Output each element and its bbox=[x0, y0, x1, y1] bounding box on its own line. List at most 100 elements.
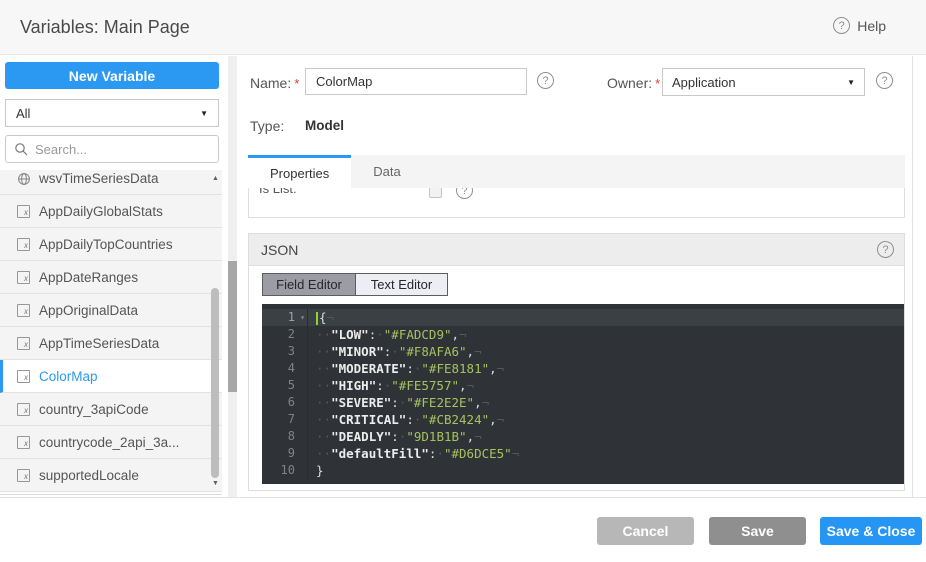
variable-list-scrollbar[interactable]: ▲ ▼ bbox=[210, 173, 221, 489]
sidebar-item-appdailyglobalstats[interactable]: xAppDailyGlobalStats bbox=[0, 195, 222, 228]
variable-icon: x bbox=[17, 337, 30, 350]
variable-icon: x bbox=[17, 436, 30, 449]
new-variable-button[interactable]: New Variable bbox=[5, 62, 219, 89]
panel-scrollbar-thumb[interactable] bbox=[228, 261, 237, 392]
owner-label: Owner:* bbox=[607, 75, 660, 91]
chevron-down-icon: ▼ bbox=[847, 78, 855, 87]
code-line-2[interactable]: 2··"LOW":·"#FADCD9",¬ bbox=[262, 326, 904, 343]
line-number: 7 bbox=[262, 411, 308, 428]
code-line-8[interactable]: 8··"DEADLY":·"9D1B1B",¬ bbox=[262, 428, 904, 445]
code-line-4[interactable]: 4··"MODERATE":·"#FE8181",¬ bbox=[262, 360, 904, 377]
line-number: 4 bbox=[262, 360, 308, 377]
text-cursor bbox=[316, 312, 318, 325]
type-label: Type: bbox=[250, 118, 284, 134]
line-number: 9 bbox=[262, 445, 308, 462]
json-editor-mode-tabs: Field EditorText Editor bbox=[262, 273, 448, 296]
code-content: {¬ bbox=[308, 309, 334, 326]
tab-data[interactable]: Data bbox=[351, 155, 422, 188]
scroll-up-icon[interactable]: ▲ bbox=[210, 173, 221, 184]
is-list-help-icon[interactable]: ? bbox=[456, 188, 473, 199]
save-and-close-button[interactable]: Save & Close bbox=[820, 517, 922, 545]
line-number: 3 bbox=[262, 343, 308, 360]
line-number: 5 bbox=[262, 377, 308, 394]
chevron-down-icon: ▼ bbox=[200, 109, 208, 118]
variable-icon: x bbox=[17, 205, 30, 218]
code-line-9[interactable]: 9··"defaultFill":·"#D6DCE5"¬ bbox=[262, 445, 904, 462]
json-code-editor[interactable]: 1▾{¬2··"LOW":·"#FADCD9",¬3··"MINOR":·"#F… bbox=[262, 304, 904, 484]
help-label: Help bbox=[857, 18, 886, 34]
sidebar-item-label: country_3apiCode bbox=[39, 402, 149, 417]
code-line-6[interactable]: 6··"SEVERE":·"#FE2E2E",¬ bbox=[262, 394, 904, 411]
sidebar-item-wsvtimeseriesdata[interactable]: wsvTimeSeriesData bbox=[0, 170, 222, 195]
footer-divider bbox=[0, 497, 926, 498]
line-number: 6 bbox=[262, 394, 308, 411]
owner-help-icon[interactable]: ? bbox=[876, 72, 893, 89]
page-header: Variables: Main Page ? Help bbox=[0, 0, 926, 55]
type-value: Model bbox=[305, 118, 344, 133]
variable-icon: x bbox=[17, 469, 30, 482]
sidebar-item-country-3apicode[interactable]: x country_3apiCode bbox=[0, 393, 222, 426]
line-number: 10 bbox=[262, 462, 308, 479]
code-content: ··"CRITICAL":·"#CB2424",¬ bbox=[308, 411, 504, 428]
cancel-button[interactable]: Cancel bbox=[597, 517, 694, 545]
sidebar-item-label: AppTimeSeriesData bbox=[39, 336, 159, 351]
is-list-label: Is List: bbox=[259, 188, 297, 196]
sidebar-item-label: AppDailyTopCountries bbox=[39, 237, 173, 252]
owner-select-value: Application bbox=[672, 75, 736, 90]
code-line-1[interactable]: 1▾{¬ bbox=[262, 309, 904, 326]
field-editor-tab[interactable]: Field Editor bbox=[263, 274, 355, 295]
line-number: 2 bbox=[262, 326, 308, 343]
fold-caret-icon[interactable]: ▾ bbox=[300, 309, 305, 326]
name-input[interactable] bbox=[305, 68, 527, 95]
search-icon bbox=[14, 142, 28, 156]
variable-list: wsvTimeSeriesDataxAppDailyGlobalStatsxAp… bbox=[0, 170, 222, 495]
code-content: ··"MODERATE":·"#FE8181",¬ bbox=[308, 360, 504, 377]
panel-scrollbar[interactable] bbox=[228, 56, 237, 497]
text-editor-tab[interactable]: Text Editor bbox=[355, 274, 447, 295]
sidebar-item-label: ColorMap bbox=[39, 369, 98, 384]
sidebar-item-apptimeseriesdata[interactable]: x AppTimeSeriesData bbox=[0, 327, 222, 360]
sidebar-item-label: supportedLocale bbox=[39, 468, 139, 483]
code-content: ··"defaultFill":·"#D6DCE5"¬ bbox=[308, 445, 519, 462]
save-button[interactable]: Save bbox=[709, 517, 806, 545]
owner-select[interactable]: Application ▼ bbox=[662, 68, 865, 96]
sidebar-item-appdateranges[interactable]: xAppDateRanges bbox=[0, 261, 222, 294]
variable-icon: x bbox=[17, 403, 30, 416]
code-line-7[interactable]: 7··"CRITICAL":·"#CB2424",¬ bbox=[262, 411, 904, 428]
sidebar-item-countrycode-2api-3a-[interactable]: xcountrycode_2api_3a... bbox=[0, 426, 222, 459]
name-help-icon[interactable]: ? bbox=[537, 72, 554, 89]
sidebar-item-apporiginaldata[interactable]: xAppOriginalData bbox=[0, 294, 222, 327]
code-line-10[interactable]: 10} bbox=[262, 462, 904, 479]
json-section: JSON ? Field EditorText Editor 1▾{¬2··"L… bbox=[248, 233, 905, 491]
help-link[interactable]: ? Help bbox=[833, 17, 886, 34]
help-icon: ? bbox=[833, 17, 850, 34]
variable-icon: x bbox=[17, 238, 30, 251]
sidebar-item-colormap[interactable]: x ColorMap bbox=[0, 360, 222, 393]
code-content: } bbox=[308, 462, 324, 479]
scrollbar-thumb[interactable] bbox=[211, 288, 219, 478]
page-title: Variables: Main Page bbox=[20, 0, 190, 55]
is-list-checkbox[interactable] bbox=[429, 188, 442, 198]
required-marker: * bbox=[294, 76, 299, 91]
code-line-3[interactable]: 3··"MINOR":·"#F8AFA6",¬ bbox=[262, 343, 904, 360]
sidebar-item-supportedlocale[interactable]: x supportedLocale bbox=[0, 459, 222, 492]
variable-filter-dropdown[interactable]: All ▼ bbox=[5, 99, 219, 127]
variable-icon: x bbox=[17, 370, 30, 383]
code-content: ··"DEADLY":·"9D1B1B",¬ bbox=[308, 428, 482, 445]
sidebar-item-label: wsvTimeSeriesData bbox=[39, 171, 159, 186]
code-line-5[interactable]: 5··"HIGH":·"#FE5757",¬ bbox=[262, 377, 904, 394]
required-marker: * bbox=[655, 76, 660, 91]
line-number: 1▾ bbox=[262, 309, 308, 326]
json-help-icon[interactable]: ? bbox=[877, 241, 894, 258]
editor-tabbar: PropertiesData bbox=[248, 155, 905, 188]
json-section-title: JSON bbox=[261, 242, 298, 258]
code-content: ··"SEVERE":·"#FE2E2E",¬ bbox=[308, 394, 489, 411]
search-input[interactable] bbox=[35, 142, 195, 157]
variables-page: Variables: Main Page ? Help New Variable… bbox=[0, 0, 926, 562]
sidebar-item-appdailytopcountries[interactable]: x AppDailyTopCountries bbox=[0, 228, 222, 261]
tab-properties[interactable]: Properties bbox=[248, 155, 351, 188]
scroll-down-icon[interactable]: ▼ bbox=[210, 478, 221, 489]
code-content: ··"MINOR":·"#F8AFA6",¬ bbox=[308, 343, 482, 360]
name-label: Name:* bbox=[250, 75, 299, 91]
variable-icon: x bbox=[17, 271, 30, 284]
